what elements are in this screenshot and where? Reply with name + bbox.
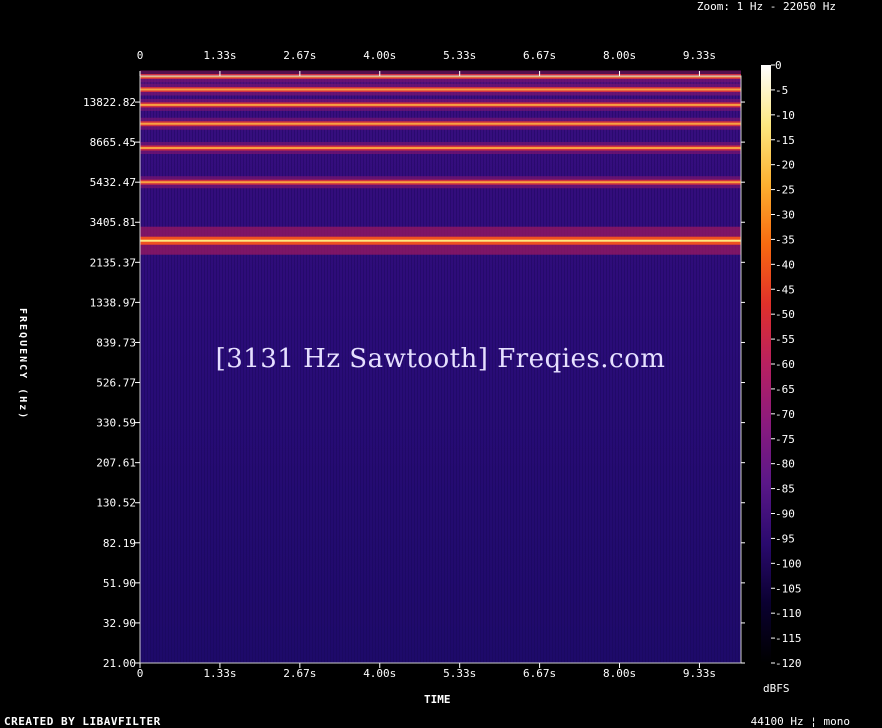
x-tick-label: 0 xyxy=(137,49,144,62)
colorbar-tick-label: -20 xyxy=(775,159,795,172)
colorbar-tick-label: -80 xyxy=(775,458,795,471)
colorbar-tick-label: -85 xyxy=(775,483,795,496)
y-tick-label: 839.73 xyxy=(96,336,136,349)
colorbar-tick-label: -30 xyxy=(775,209,795,222)
x-tick-label: 6.67s xyxy=(523,49,556,62)
harmonic-line xyxy=(140,103,741,106)
colorbar-tick-label: -120 xyxy=(775,657,802,670)
x-tick-label: 1.33s xyxy=(203,667,236,680)
y-tick-label: 2135.37 xyxy=(90,256,136,269)
colorbar-tick-label: -65 xyxy=(775,383,795,396)
y-tick-label: 8665.45 xyxy=(90,136,136,149)
x-tick-label: 2.67s xyxy=(283,49,316,62)
y-tick-label: 526.77 xyxy=(96,377,136,390)
colorbar-tick-label: -55 xyxy=(775,333,795,346)
x-tick-label: 2.67s xyxy=(283,667,316,680)
y-tick-label: 32.90 xyxy=(103,617,136,630)
y-tick-label: 82.19 xyxy=(103,537,136,550)
y-tick-label: 330.59 xyxy=(96,417,136,430)
y-tick-label: 51.90 xyxy=(103,577,136,590)
x-tick-label: 8.00s xyxy=(603,49,636,62)
x-tick-label: 4.00s xyxy=(363,49,396,62)
harmonic-line xyxy=(140,147,741,150)
colorbar-tick-label: -110 xyxy=(775,607,802,620)
colorbar-tick-label: -90 xyxy=(775,508,795,521)
harmonic-line xyxy=(140,122,741,125)
y-tick-label: 207.61 xyxy=(96,457,136,470)
harmonic-line xyxy=(140,88,741,91)
x-tick-label: 9.33s xyxy=(683,49,716,62)
x-tick-label: 4.00s xyxy=(363,667,396,680)
x-tick-label: 5.33s xyxy=(443,667,476,680)
colorbar-tick-label: -105 xyxy=(775,582,802,595)
x-ticks-bottom: 0 1.33s 2.67s 4.00s 5.33s 6.67s 8.00s 9.33s xyxy=(137,663,716,680)
colorbar-tick-label: -75 xyxy=(775,433,795,446)
colorbar-tick-label: -10 xyxy=(775,109,795,122)
harmonic-line xyxy=(140,181,741,184)
y-tick-label: 21.00 xyxy=(103,657,136,670)
x-tick-label: 8.00s xyxy=(603,667,636,680)
colorbar-tick-label: -70 xyxy=(775,408,795,421)
y-tick-label: 130.52 xyxy=(96,497,136,510)
colorbar-tick-label: -15 xyxy=(775,134,795,147)
y-tick-label: 13822.82 xyxy=(83,96,136,109)
colorbar-tick-label: -95 xyxy=(775,532,795,545)
x-tick-label: 1.33s xyxy=(203,49,236,62)
y-tick-label: 3405.81 xyxy=(90,216,136,229)
colorbar-tick-label: -115 xyxy=(775,632,802,645)
colorbar-tick-label: -40 xyxy=(775,258,795,271)
colorbar-tick-label: -100 xyxy=(775,557,802,570)
colorbar-tick-label: -35 xyxy=(775,233,795,246)
colorbar-tick-label: -60 xyxy=(775,358,795,371)
colorbar-tick-label: 0 xyxy=(775,59,782,72)
colorbar-tick-label: -50 xyxy=(775,308,795,321)
x-tick-label: 5.33s xyxy=(443,49,476,62)
y-tick-label: 5432.47 xyxy=(90,176,136,189)
x-tick-label: 9.33s xyxy=(683,667,716,680)
colorbar-tick-label: -45 xyxy=(775,283,795,296)
colorbar-tick-label: -25 xyxy=(775,184,795,197)
x-tick-label: 6.67s xyxy=(523,667,556,680)
harmonic-line xyxy=(140,239,741,242)
colorbar-gradient xyxy=(761,65,771,663)
x-tick-label: 0 xyxy=(137,667,144,680)
colorbar: 0 -5 -10 -15 -20 -25 -30 -35 -40 -45 -50 -55 -60 -65 -… xyxy=(761,59,802,670)
y-tick-label: 1338.97 xyxy=(90,296,136,309)
colorbar-tick-label: -5 xyxy=(775,84,788,97)
watermark-text: [3131 Hz Sawtooth] Freqies.com xyxy=(215,344,666,374)
